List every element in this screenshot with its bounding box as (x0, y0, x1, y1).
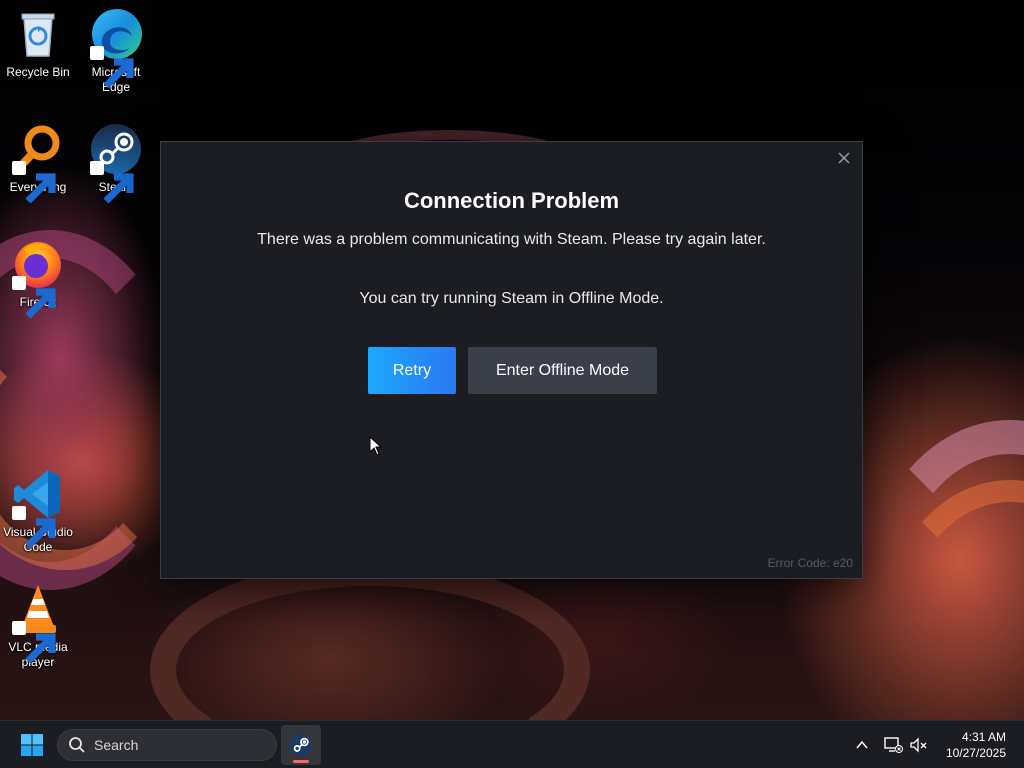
shortcut-arrow-icon (12, 276, 56, 319)
volume-button[interactable] (907, 733, 931, 757)
dialog-title: Connection Problem (403, 188, 620, 213)
dialog-message: There was a problem communicating with S… (257, 231, 766, 248)
edge-icon (88, 6, 144, 89)
shortcut-arrow-icon (12, 506, 56, 549)
taskbar-steam-button[interactable] (281, 725, 321, 765)
active-indicator (293, 760, 309, 763)
desktop-icon-vlc[interactable]: VLC media player (0, 581, 76, 670)
desktop-icon-microsoft-edge[interactable]: Microsoft Edge (78, 6, 154, 95)
desktop-icon-label: Recycle Bin (6, 65, 70, 79)
steam-icon (88, 121, 144, 204)
network-status-button[interactable] (881, 733, 905, 757)
wallpaper-swirl (150, 560, 590, 720)
desktop-icon-steam[interactable]: Steam (78, 121, 154, 204)
enter-offline-mode-button[interactable]: Enter Offline Mode (468, 347, 657, 394)
firefox-icon (10, 236, 66, 319)
show-hidden-icons-button[interactable] (850, 733, 874, 757)
search-placeholder: Search (94, 737, 139, 753)
chevron-up-icon (856, 740, 868, 749)
steam-icon (290, 734, 312, 756)
vlc-icon (10, 581, 66, 664)
close-button[interactable] (834, 148, 854, 168)
taskbar-search-box[interactable]: Search (57, 729, 277, 761)
desktop-icon-recycle-bin[interactable]: Recycle Bin (0, 6, 76, 80)
shortcut-arrow-icon (12, 161, 56, 204)
offline-hint: You can try running Steam in Offline Mod… (359, 290, 664, 307)
system-clock[interactable]: 4:31 AM 10/27/2025 (946, 729, 1006, 761)
desktop-icon-firefox[interactable]: Firefox (0, 236, 76, 319)
shortcut-arrow-icon (90, 46, 134, 89)
clock-date: 10/27/2025 (945, 746, 1006, 760)
shortcut-arrow-icon (12, 621, 56, 664)
vscode-icon (10, 466, 66, 549)
retry-button[interactable]: Retry (368, 347, 456, 394)
wallpaper-swirl (860, 420, 1024, 720)
speaker-muted-icon (910, 737, 927, 753)
desktop-icon-everything[interactable]: Everything (0, 121, 76, 204)
recycle-bin-icon (10, 6, 66, 62)
shortcut-arrow-icon (90, 161, 134, 204)
network-disconnected-icon (884, 737, 903, 753)
desktop-icon-vscode[interactable]: Visual Studio Code (0, 466, 76, 555)
start-button[interactable] (14, 731, 50, 759)
windows-logo-icon (21, 734, 43, 756)
wallpaper-swirl (880, 480, 1024, 720)
close-icon (838, 152, 850, 164)
error-code: Error Code: e20 (767, 556, 853, 570)
search-icon (69, 737, 85, 753)
everything-search-icon (10, 121, 66, 204)
connection-problem-dialog: Connection Problem There was a problem c… (160, 141, 863, 579)
taskbar: Search 4:31 AM 10/27/2025 (0, 720, 1024, 768)
clock-time: 4:31 AM (961, 730, 1006, 744)
mouse-cursor-icon (369, 436, 383, 456)
